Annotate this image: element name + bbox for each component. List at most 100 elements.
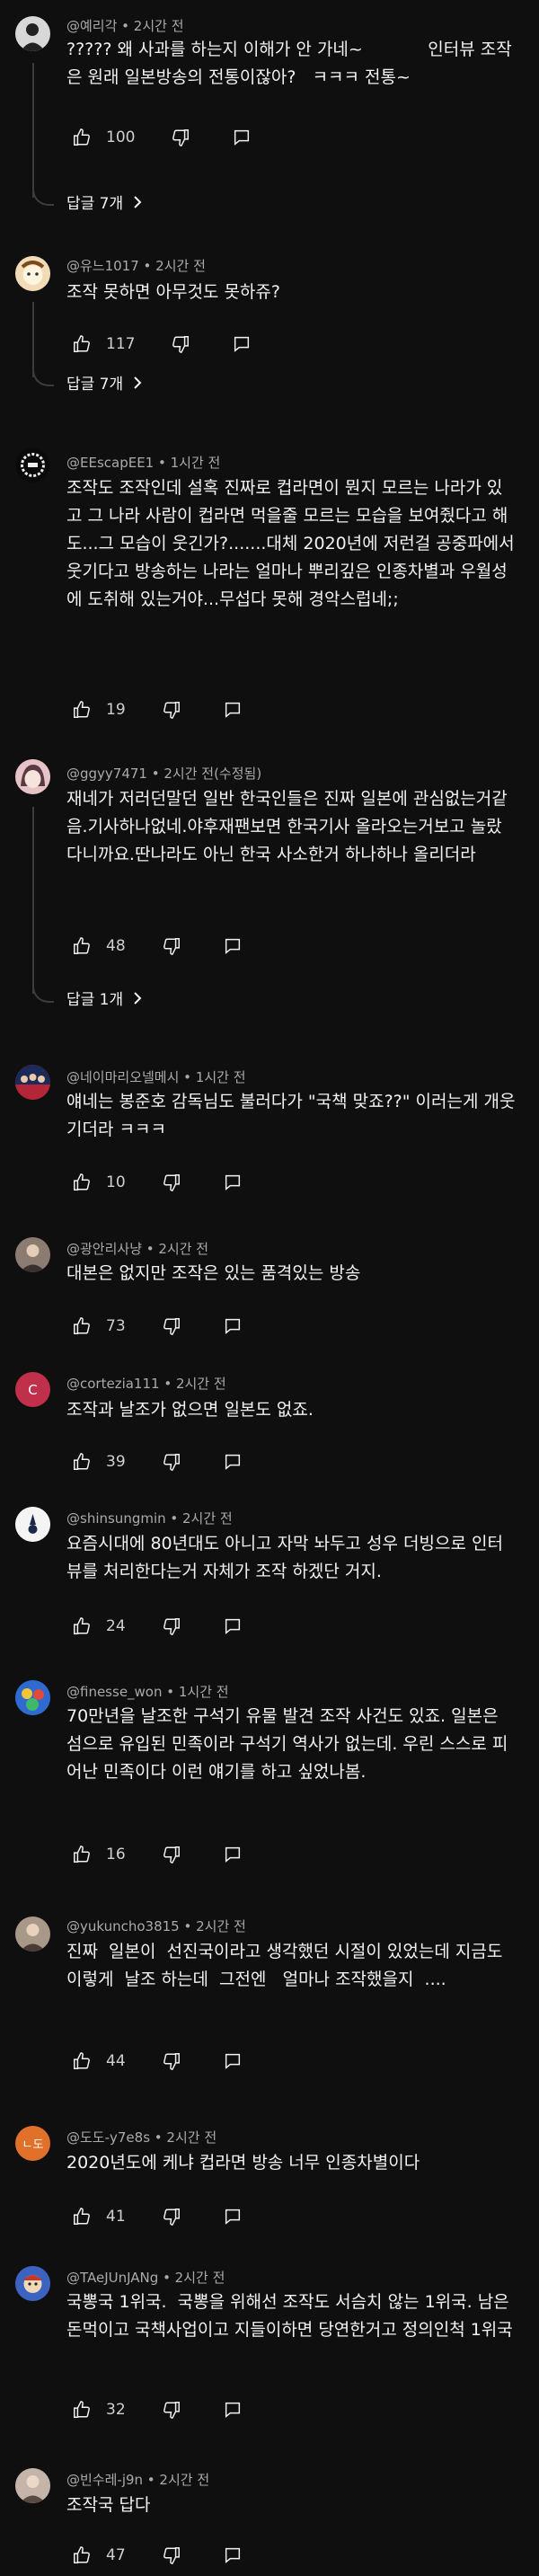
dislike-button[interactable]: [156, 695, 187, 725]
thumbs-down-icon: [172, 336, 190, 353]
reply-bubble-icon: [234, 129, 250, 146]
like-button[interactable]: [66, 2395, 97, 2425]
comment-author-meta: @finesse_won • 1시간 전: [66, 1684, 229, 1700]
comment-author-meta: @광안리사냥 • 2시간 전: [66, 1241, 209, 1257]
avatar[interactable]: [15, 256, 50, 291]
comment-actions: 10: [66, 1167, 248, 1198]
avatar[interactable]: [15, 1680, 50, 1715]
like-button[interactable]: [66, 122, 97, 153]
reply-button[interactable]: [217, 2395, 248, 2425]
thumbs-up-icon: [74, 1173, 90, 1191]
reply-bubble-icon: [225, 1846, 240, 1863]
comment-actions: 100: [66, 122, 257, 153]
comment-item: @shinsungmin • 2시간 전 요즘시대에 80년대도 아니고 자막 …: [0, 1492, 539, 1662]
dislike-button[interactable]: [156, 2395, 187, 2425]
like-count: 16: [106, 1846, 126, 1863]
reply-button[interactable]: [226, 122, 257, 153]
view-replies-button[interactable]: 답글 7개: [66, 190, 143, 213]
comment-author-meta: @EEscapEE1 • 1시간 전: [66, 455, 221, 471]
like-count: 41: [106, 2208, 126, 2226]
dislike-button[interactable]: [156, 931, 187, 961]
comment-author-meta: @예리각 • 2시간 전: [66, 18, 184, 34]
comment-author-meta: @도도-y7e8s • 2시간 전: [66, 2129, 217, 2146]
like-count: 19: [106, 701, 126, 719]
reply-button[interactable]: [217, 1611, 248, 1642]
avatar[interactable]: [15, 1065, 50, 1100]
comment-actions: 47: [66, 2540, 248, 2571]
thumbs-up-icon: [74, 1317, 90, 1334]
like-count: 10: [106, 1173, 126, 1191]
thread-curve: [32, 981, 54, 1003]
like-button[interactable]: [66, 931, 97, 961]
reply-bubble-icon: [225, 1454, 240, 1470]
thread-curve: [32, 184, 54, 206]
reply-button[interactable]: [217, 1447, 248, 1477]
reply-bubble-icon: [225, 1618, 240, 1634]
like-count: 44: [106, 2052, 126, 2070]
reply-button[interactable]: [217, 931, 248, 961]
thumbs-up-icon: [74, 335, 90, 352]
dislike-button[interactable]: [156, 2201, 187, 2232]
comment-author-meta: @cortezia111 • 2시간 전: [66, 1376, 226, 1392]
like-count: 73: [106, 1317, 126, 1335]
avatar[interactable]: [15, 16, 50, 51]
comment-item: @빈수레-j9n • 2시간 전 조작국 답다 47: [0, 2448, 539, 2576]
reply-button[interactable]: [217, 1839, 248, 1870]
dislike-button[interactable]: [156, 1447, 187, 1477]
thread-line: [32, 63, 34, 198]
thumbs-down-icon: [163, 2547, 180, 2564]
dislike-button[interactable]: [165, 329, 196, 359]
dislike-button[interactable]: [156, 1167, 187, 1198]
thumbs-up-icon: [74, 1846, 90, 1863]
like-button[interactable]: [66, 1167, 97, 1198]
like-button[interactable]: [66, 1447, 97, 1477]
dislike-button[interactable]: [156, 1311, 187, 1341]
reply-button[interactable]: [217, 2201, 248, 2232]
reply-button[interactable]: [217, 2046, 248, 2076]
comment-actions: 41: [66, 2201, 248, 2232]
like-button[interactable]: [66, 329, 97, 359]
comment-item: @네이마리오넬메시 • 1시간 전 얘네는 봉준호 감독님도 불러다가 "국책 …: [0, 1051, 539, 1208]
comment-text: 조작도 조작인데 설혹 진짜로 컵라면이 뭔지 모르는 나라가 있고 그 나라 …: [66, 478, 520, 609]
comment-author-meta: @빈수레-j9n • 2시간 전: [66, 2472, 210, 2488]
thumbs-down-icon: [163, 1174, 180, 1191]
reply-button[interactable]: [226, 329, 257, 359]
like-button[interactable]: [66, 1611, 97, 1642]
comment-actions: 19: [66, 695, 248, 725]
view-replies-button[interactable]: 답글 1개: [66, 987, 143, 1009]
avatar[interactable]: [15, 2468, 50, 2503]
chevron-right-icon: [134, 376, 142, 389]
avatar[interactable]: [15, 1507, 50, 1542]
dislike-button[interactable]: [156, 1611, 187, 1642]
like-button[interactable]: [66, 2201, 97, 2232]
view-replies-button[interactable]: 답글 7개: [66, 371, 143, 394]
reply-button[interactable]: [217, 1167, 248, 1198]
avatar[interactable]: ㄴ도: [15, 2126, 50, 2161]
avatar[interactable]: [15, 1917, 50, 1952]
reply-button[interactable]: [217, 695, 248, 725]
reply-button[interactable]: [217, 1311, 248, 1341]
comment-actions: 117: [66, 329, 257, 359]
thumbs-up-icon: [74, 701, 90, 718]
avatar[interactable]: [15, 2266, 50, 2301]
dislike-button[interactable]: [165, 122, 196, 153]
reply-button[interactable]: [217, 2540, 248, 2571]
thumbs-up-icon: [74, 1617, 90, 1634]
like-button[interactable]: [66, 1311, 97, 1341]
dislike-button[interactable]: [156, 2540, 187, 2571]
dislike-button[interactable]: [156, 1839, 187, 1870]
like-button[interactable]: [66, 2046, 97, 2076]
thumbs-up-icon: [74, 2208, 90, 2225]
comment-actions: 48: [66, 931, 248, 961]
avatar[interactable]: [15, 1237, 50, 1272]
avatar[interactable]: [15, 759, 50, 794]
thumbs-down-icon: [163, 2209, 180, 2226]
like-button[interactable]: [66, 695, 97, 725]
comment-actions: 39: [66, 1447, 248, 1477]
like-count: 47: [106, 2546, 126, 2564]
like-button[interactable]: [66, 2540, 97, 2571]
like-button[interactable]: [66, 1839, 97, 1870]
dislike-button[interactable]: [156, 2046, 187, 2076]
avatar[interactable]: [15, 447, 50, 482]
avatar[interactable]: C: [15, 1372, 50, 1407]
